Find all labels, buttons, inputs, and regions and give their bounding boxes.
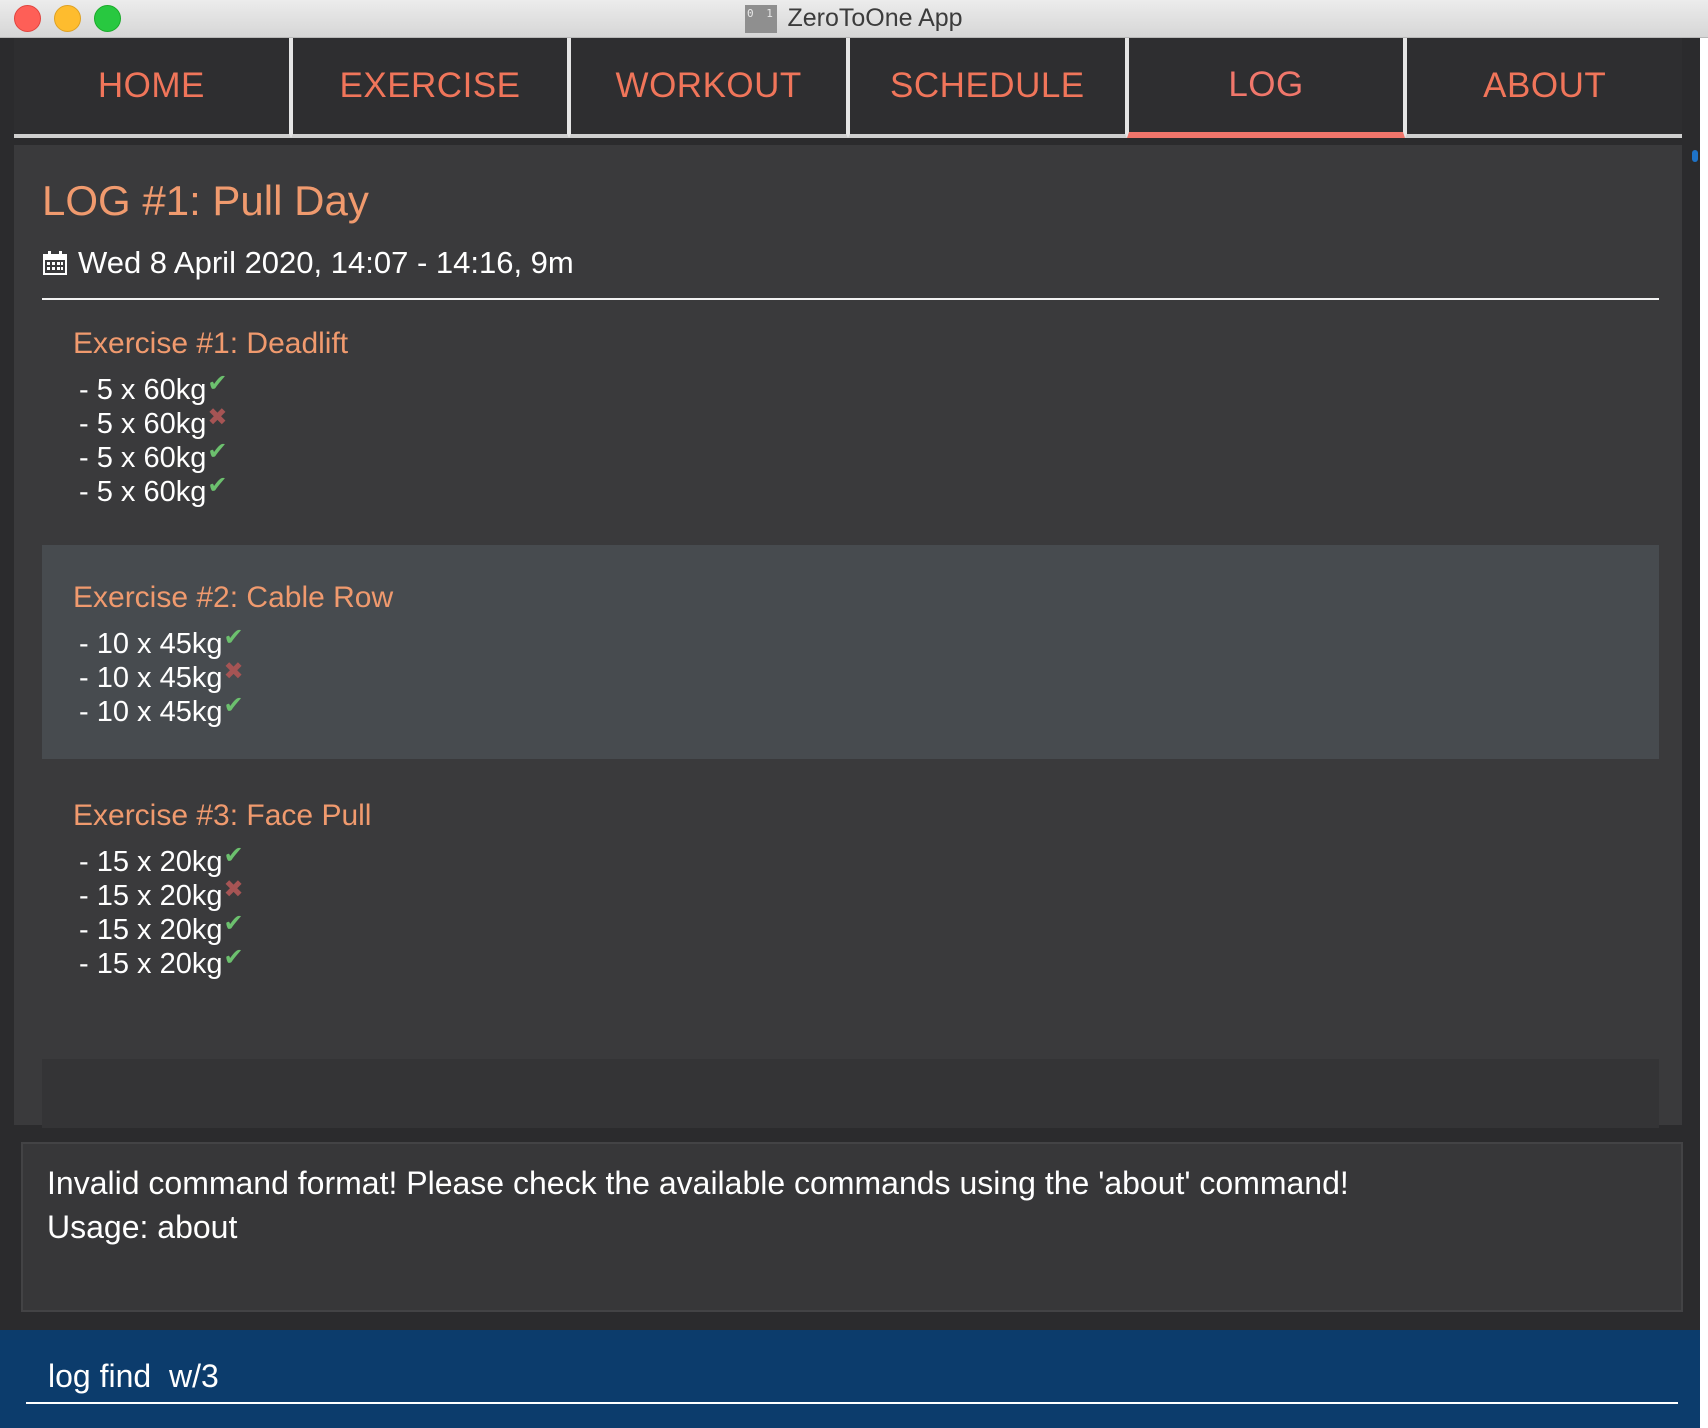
check-icon: ✔ (223, 692, 244, 719)
check-icon: ✔ (207, 438, 228, 465)
exercise-title: Exercise #2: Cable Row (73, 581, 394, 614)
log-date: Wed 8 April 2020, 14:07 - 14:16, 9m (42, 245, 574, 281)
scrollbar-thumb[interactable] (1692, 150, 1698, 162)
check-icon: ✔ (223, 842, 244, 869)
tab-workout[interactable]: WORKOUT (569, 38, 849, 138)
check-icon: ✔ (207, 472, 228, 499)
check-icon: ✔ (207, 370, 228, 397)
set-row: - 10 x 45kg ✔ (73, 624, 1659, 661)
exercise-card: Exercise #1: Deadlift - 5 x 60kg ✔ - 5 x … (42, 327, 1659, 511)
set-row: - 5 x 60kg ✔ (73, 438, 1659, 475)
cross-icon: ✖ (223, 876, 244, 903)
tab-log[interactable]: LOG (1126, 38, 1406, 138)
log-date-text: Wed 8 April 2020, 14:07 - 14:16, 9m (78, 245, 574, 280)
result-display[interactable]: Invalid command format! Please check the… (21, 1142, 1683, 1312)
check-icon: ✔ (223, 624, 244, 651)
result-message: Invalid command format! Please check the… (47, 1165, 1349, 1201)
set-row: - 15 x 20kg ✔ (73, 944, 1659, 981)
cross-icon: ✖ (207, 404, 228, 431)
set-row: - 15 x 20kg ✔ (73, 842, 1659, 879)
tab-about[interactable]: ABOUT (1405, 38, 1683, 138)
tab-schedule[interactable]: SCHEDULE (848, 38, 1127, 138)
calendar-icon (43, 251, 67, 275)
exercise-card: Exercise #2: Cable Row - 10 x 45kg ✔ - 10… (42, 545, 1659, 759)
check-icon: ✔ (223, 910, 244, 937)
exercise-card: Exercise #3: Face Pull - 15 x 20kg ✔ - 15… (42, 799, 1659, 983)
set-row: - 10 x 45kg ✖ (73, 658, 1659, 695)
result-usage: Usage: about (47, 1209, 238, 1245)
tab-exercise[interactable]: EXERCISE (290, 38, 570, 138)
set-row: - 5 x 60kg ✖ (73, 404, 1659, 441)
cross-icon: ✖ (223, 658, 244, 685)
result-area: Invalid command format! Please check the… (0, 1128, 1700, 1328)
log-panel[interactable]: LOG #1: Pull Day Wed 8 April 2020, 14:07… (14, 145, 1682, 1143)
tab-bar: HOME EXERCISE WORKOUT SCHEDULE LOG ABOUT (14, 38, 1683, 142)
app-window: HOME EXERCISE WORKOUT SCHEDULE LOG ABOUT… (0, 38, 1708, 1428)
command-input[interactable] (26, 1350, 1678, 1404)
log-title: LOG #1: Pull Day (42, 177, 369, 224)
title-bar: 0 1 ZeroToOne App (0, 0, 1708, 38)
app-icon: 0 1 (745, 4, 778, 33)
set-row: - 15 x 20kg ✔ (73, 910, 1659, 947)
exercise-title: Exercise #1: Deadlift (73, 327, 349, 360)
set-row: - 10 x 45kg ✔ (73, 692, 1659, 729)
exercise-title: Exercise #3: Face Pull (73, 799, 372, 832)
window-edge (1700, 38, 1708, 1428)
window-title-text: ZeroToOne App (787, 4, 963, 32)
divider (42, 298, 1659, 300)
tab-home[interactable]: HOME (14, 38, 291, 138)
set-row: - 5 x 60kg ✔ (73, 472, 1659, 509)
check-icon: ✔ (223, 944, 244, 971)
set-row: - 5 x 60kg ✔ (73, 370, 1659, 407)
window-title: 0 1 ZeroToOne App (0, 0, 1708, 37)
set-row: - 15 x 20kg ✖ (73, 876, 1659, 913)
command-bar (0, 1330, 1700, 1428)
